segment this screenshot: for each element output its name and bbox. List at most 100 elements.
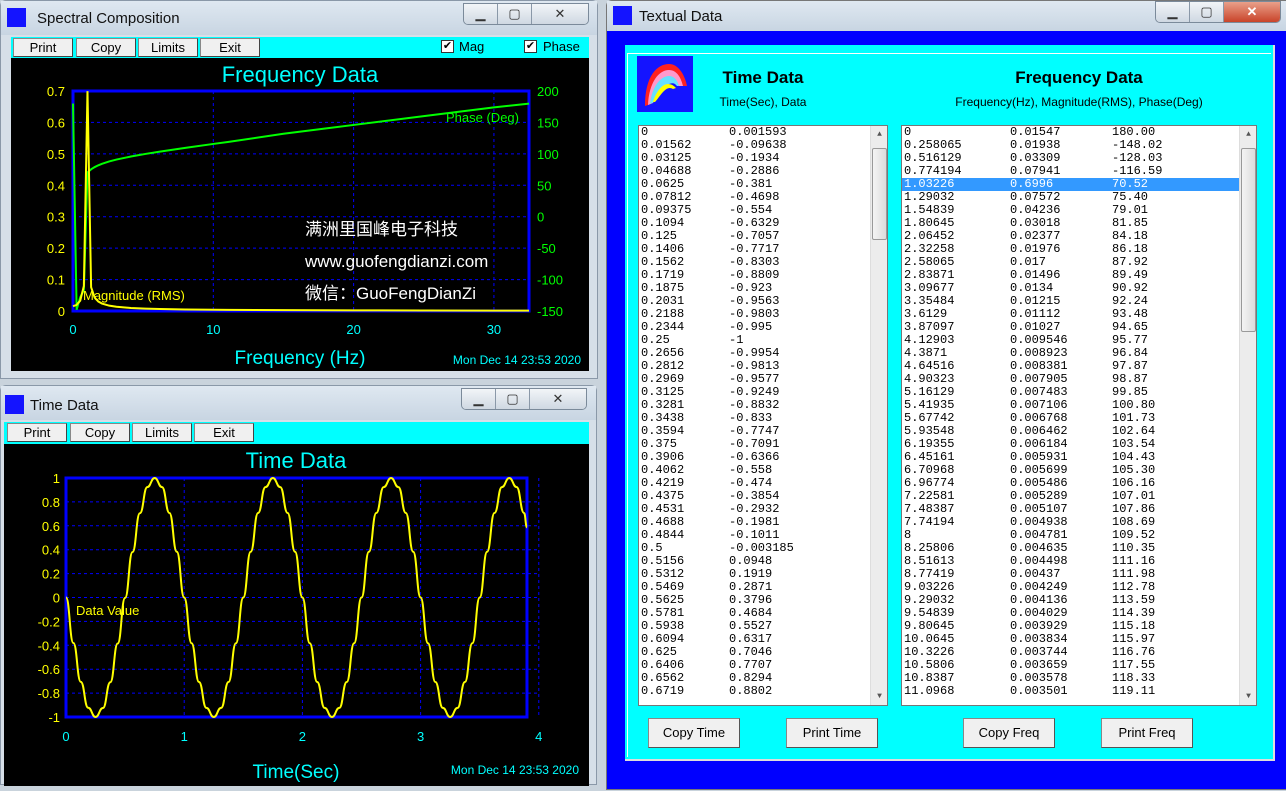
time-data-subheading: Time(Sec), Data <box>719 95 807 109</box>
list-row[interactable]: 8.77419 0.00437 111.98 <box>902 568 1256 581</box>
rainbow-app-icon <box>5 395 24 414</box>
print-button[interactable]: Print <box>13 38 73 57</box>
list-row[interactable]: 10.0645 0.003834 115.97 <box>902 633 1256 646</box>
list-row[interactable]: 11.0968 0.003501 119.11 <box>902 685 1256 698</box>
minimize-icon[interactable]: ▁ <box>462 389 496 409</box>
y-right-tick-label: 50 <box>537 178 551 193</box>
list-row[interactable]: 10.3226 0.003744 116.76 <box>902 646 1256 659</box>
exit-button[interactable]: Exit <box>194 423 254 442</box>
list-row[interactable]: 1.29032 0.07572 75.40 <box>902 191 1256 204</box>
list-row[interactable]: 8 0.004781 109.52 <box>902 529 1256 542</box>
list-row[interactable]: 4.3871 0.008923 96.84 <box>902 347 1256 360</box>
list-row[interactable]: 3.6129 0.01112 93.48 <box>902 308 1256 321</box>
freq-data-subheading: Frequency(Hz), Magnitude(RMS), Phase(Deg… <box>955 95 1203 109</box>
phase-checkbox[interactable]: ✔ <box>524 40 537 53</box>
list-row[interactable]: 7.22581 0.005289 107.01 <box>902 490 1256 503</box>
list-row[interactable]: 9.80645 0.003929 115.18 <box>902 620 1256 633</box>
limits-button[interactable]: Limits <box>132 423 192 442</box>
list-row[interactable]: 6.96774 0.005486 106.16 <box>902 477 1256 490</box>
list-row[interactable]: 5.93548 0.006462 102.64 <box>902 425 1256 438</box>
x-tick-label: 10 <box>206 322 220 337</box>
time-data-list[interactable]: 0 0.001593 0.01562 -0.09638 0.03125 -0.1934 0.… <box>638 125 888 706</box>
list-row[interactable]: 7.48387 0.005107 107.86 <box>902 503 1256 516</box>
print-freq-button[interactable]: Print Freq <box>1101 718 1193 748</box>
copy-time-button[interactable]: Copy Time <box>648 718 740 748</box>
title-bar[interactable]: Spectral Composition ▁ ▢ ✕ <box>1 1 597 35</box>
close-icon[interactable]: ✕ <box>530 389 586 409</box>
list-row[interactable]: 4.90323 0.007905 98.87 <box>902 373 1256 386</box>
copy-freq-button[interactable]: Copy Freq <box>963 718 1055 748</box>
list-row[interactable]: 10.5806 0.003659 117.55 <box>902 659 1256 672</box>
list-row[interactable]: 2.06452 0.02377 84.18 <box>902 230 1256 243</box>
magnitude-series-label: Magnitude (RMS) <box>83 288 185 303</box>
textual-data-window: Textual Data ▁ ▢ ✕ Time Data Time(Sec), … <box>606 0 1286 790</box>
y-right-tick-label: 150 <box>537 115 559 130</box>
maximize-icon[interactable]: ▢ <box>1190 2 1224 22</box>
list-row[interactable]: 5.67742 0.006768 101.73 <box>902 412 1256 425</box>
list-row[interactable]: 1.03226 0.6996 70.52 <box>902 178 1256 191</box>
title-bar[interactable]: Time Data ▁ ▢ ✕ <box>1 386 596 420</box>
maximize-icon[interactable]: ▢ <box>498 4 532 24</box>
list-row[interactable]: 5.16129 0.007483 99.85 <box>902 386 1256 399</box>
minimize-icon[interactable]: ▁ <box>464 4 498 24</box>
print-time-button[interactable]: Print Time <box>786 718 878 748</box>
scroll-down-arrow-icon[interactable]: ▼ <box>1240 688 1256 705</box>
list-row[interactable]: 2.58065 0.017 87.92 <box>902 256 1256 269</box>
minimize-icon[interactable]: ▁ <box>1156 2 1190 22</box>
time-data-window: Time Data ▁ ▢ ✕ Print Copy Limits Exit T… <box>0 385 597 786</box>
print-button[interactable]: Print <box>7 423 67 442</box>
list-row[interactable]: 1.54839 0.04236 79.01 <box>902 204 1256 217</box>
list-cell: 0.8802 <box>729 684 773 698</box>
mag-checkbox[interactable]: ✔ <box>441 40 454 53</box>
list-row[interactable]: 9.03226 0.004249 112.78 <box>902 581 1256 594</box>
list-row[interactable]: 0.2344 -0.995 <box>639 321 887 334</box>
time-chart-svg: Time Data 1 0.8 0.6 0.4 0.2 0 -0.2 -0.4 -0.6 -0.8 -… <box>38 448 580 783</box>
y-tick-label: 0.6 <box>42 519 60 534</box>
maximize-icon[interactable]: ▢ <box>496 389 530 409</box>
list-cell: 0.003501 <box>1010 684 1068 698</box>
list-row[interactable]: 7.74194 0.004938 108.69 <box>902 516 1256 529</box>
freq-list-scrollbar[interactable]: ▲ ▼ <box>1239 126 1256 705</box>
freq-data-list[interactable]: 0 0.01547 180.00 0.258065 0.01938 -148.02 0.51… <box>901 125 1257 706</box>
time-list-scrollbar[interactable]: ▲ ▼ <box>870 126 887 705</box>
list-row[interactable]: 4.12903 0.009546 95.77 <box>902 334 1256 347</box>
scroll-down-arrow-icon[interactable]: ▼ <box>871 688 887 705</box>
list-row[interactable]: 8.51613 0.004498 111.16 <box>902 555 1256 568</box>
list-row[interactable]: 6.45161 0.005931 104.43 <box>902 451 1256 464</box>
window-title: Textual Data <box>639 8 723 25</box>
watermark-text: www.guofengdianzi.com <box>304 252 488 271</box>
list-row[interactable]: 2.83871 0.01496 89.49 <box>902 269 1256 282</box>
list-row[interactable]: 0.774194 0.07941 -116.59 <box>902 165 1256 178</box>
scroll-thumb[interactable] <box>1241 148 1256 332</box>
list-cell: 7.74194 <box>904 515 955 529</box>
list-row[interactable]: 8.25806 0.004635 110.35 <box>902 542 1256 555</box>
close-icon[interactable]: ✕ <box>532 4 588 24</box>
list-row[interactable]: 6.19355 0.006184 103.54 <box>902 438 1256 451</box>
limits-button[interactable]: Limits <box>138 38 198 57</box>
exit-button[interactable]: Exit <box>200 38 260 57</box>
scroll-thumb[interactable] <box>872 148 887 240</box>
list-row[interactable]: 3.87097 0.01027 94.65 <box>902 321 1256 334</box>
scroll-up-arrow-icon[interactable]: ▲ <box>1240 126 1256 143</box>
list-row[interactable]: 5.41935 0.007106 100.80 <box>902 399 1256 412</box>
list-row[interactable]: 3.09677 0.0134 90.92 <box>902 282 1256 295</box>
list-row[interactable]: 9.29032 0.004136 113.59 <box>902 594 1256 607</box>
list-row[interactable]: 10.8387 0.003578 118.33 <box>902 672 1256 685</box>
chart-title: Time Data <box>246 448 347 473</box>
list-row[interactable]: 9.54839 0.004029 114.39 <box>902 607 1256 620</box>
list-row[interactable]: 1.80645 0.03018 81.85 <box>902 217 1256 230</box>
list-row[interactable]: 0.6719 0.8802 <box>639 685 887 698</box>
copy-button[interactable]: Copy <box>76 38 136 57</box>
copy-button[interactable]: Copy <box>70 423 130 442</box>
list-row[interactable]: 2.32258 0.01976 86.18 <box>902 243 1256 256</box>
list-row[interactable]: 3.35484 0.01215 92.24 <box>902 295 1256 308</box>
list-row[interactable]: 4.64516 0.008381 97.87 <box>902 360 1256 373</box>
timestamp: Mon Dec 14 23:53 2020 <box>451 763 579 777</box>
scroll-up-arrow-icon[interactable]: ▲ <box>871 126 887 143</box>
y-tick-label: -0.4 <box>38 638 60 653</box>
title-bar[interactable]: Textual Data ▁ ▢ ✕ <box>607 1 1286 31</box>
frequency-chart: Frequency Data 0.7 0.6 0.5 0.4 0.3 0.2 0.1 0 200 1… <box>11 58 589 371</box>
rainbow-app-icon <box>613 6 632 25</box>
list-row[interactable]: 6.70968 0.005699 105.30 <box>902 464 1256 477</box>
close-icon[interactable]: ✕ <box>1224 2 1280 22</box>
